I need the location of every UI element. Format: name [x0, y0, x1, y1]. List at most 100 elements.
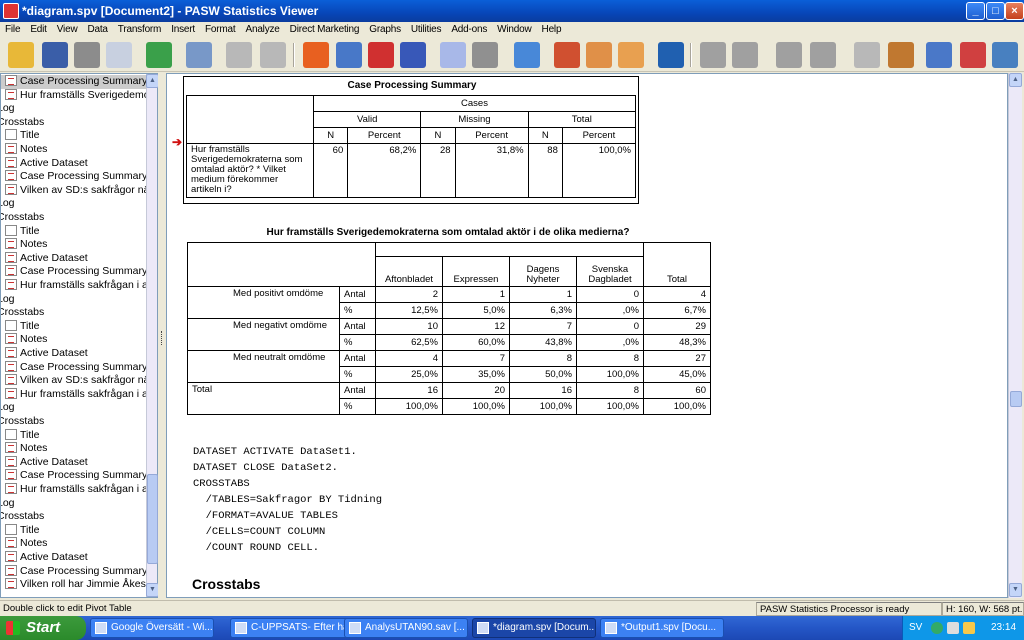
show-icon[interactable]: [854, 42, 880, 68]
outline-item[interactable]: Active Dataset: [1, 347, 88, 361]
menu-format[interactable]: Format: [200, 22, 240, 35]
outline-item[interactable]: Notes: [1, 537, 47, 551]
outline-item[interactable]: Case Processing Summary: [1, 360, 147, 375]
minimize-button[interactable]: _: [966, 2, 985, 20]
language-indicator[interactable]: SV: [909, 616, 922, 640]
menu-data[interactable]: Data: [82, 22, 112, 35]
output-pane[interactable]: Case Processing Summary Cases Valid Miss…: [166, 73, 1008, 598]
export-icon[interactable]: [146, 42, 172, 68]
save-icon[interactable]: [42, 42, 68, 68]
outline-item[interactable]: Log: [1, 401, 15, 415]
outline-item[interactable]: Notes: [1, 143, 47, 157]
outline-item[interactable]: Case Processing Summary: [1, 170, 147, 184]
outline-item[interactable]: Vilken av SD:s sakfrågor näm: [1, 183, 157, 198]
cps-table[interactable]: Cases Valid Missing Total N Percent N Pe…: [186, 95, 637, 198]
taskbar-task[interactable]: AnalysUTAN90.sav [...: [344, 618, 468, 638]
designate-window-icon[interactable]: [472, 42, 498, 68]
pane-splitter[interactable]: [158, 73, 166, 598]
scroll-thumb[interactable]: [147, 474, 158, 564]
menu-edit[interactable]: Edit: [25, 22, 51, 35]
outline-item[interactable]: Hur framställs sakfrågan i ar: [1, 279, 151, 293]
outline-scrollbar[interactable]: ▲ ▼: [146, 74, 159, 597]
insert-title-icon[interactable]: [586, 42, 612, 68]
outline-item[interactable]: Crosstabs: [1, 510, 44, 524]
expand-right-icon[interactable]: [732, 42, 758, 68]
collapse-icon[interactable]: [810, 42, 836, 68]
menu-utilities[interactable]: Utilities: [406, 22, 446, 35]
insert-text-icon[interactable]: [618, 42, 644, 68]
outline-item[interactable]: Notes: [1, 442, 47, 456]
tray-volume-icon[interactable]: [963, 622, 975, 634]
outline-item[interactable]: Hur framställs sakfrågan i ar: [1, 387, 151, 402]
taskbar-task[interactable]: C-UPPSATS- Efter ha...: [230, 618, 354, 638]
use-variable-sets-icon[interactable]: [400, 42, 426, 68]
outline-item[interactable]: Title: [1, 523, 39, 538]
outline-item[interactable]: Log: [1, 293, 15, 307]
outline-item[interactable]: Notes: [1, 333, 47, 347]
outline-item[interactable]: Title: [1, 224, 39, 239]
outline-item[interactable]: Active Dataset: [1, 455, 88, 470]
outline-item[interactable]: Hur framställs Sverigedemokr: [1, 88, 157, 103]
window-icon[interactable]: [926, 42, 952, 68]
menu-direct-marketing[interactable]: Direct Marketing: [285, 22, 365, 35]
goto-data-icon[interactable]: [303, 42, 329, 68]
collapse-left-icon[interactable]: [700, 42, 726, 68]
close-button[interactable]: ×: [1005, 2, 1024, 20]
outline-item[interactable]: Active Dataset: [1, 156, 88, 171]
outline-item[interactable]: Vilken av SD:s sakfrågor näm: [1, 374, 157, 388]
outline-item[interactable]: Vilken roll har Jimmie Åkess: [1, 578, 151, 592]
outline-item[interactable]: Title: [1, 319, 39, 334]
outline-item[interactable]: Crosstabs: [1, 306, 44, 320]
taskbar-task[interactable]: *diagram.spv [Docum...: [472, 618, 596, 638]
undo-icon[interactable]: [226, 42, 252, 68]
maximize-button[interactable]: □: [986, 2, 1005, 20]
taskbar-task[interactable]: *Output1.spv [Docu...: [600, 618, 724, 638]
outline-item[interactable]: Active Dataset: [1, 551, 88, 565]
outline-pane[interactable]: Case Processing Summary Hur framställs Sv…: [0, 73, 158, 598]
start-button[interactable]: Start: [0, 616, 86, 640]
outline-item[interactable]: Active Dataset: [1, 251, 88, 266]
window-tile-icon[interactable]: [992, 42, 1018, 68]
menu-graphs[interactable]: Graphs: [364, 22, 406, 35]
outline-item[interactable]: Log: [1, 102, 15, 116]
crosstab-table[interactable]: Total Aftonbladet Expressen Dagens Nyheter S…: [187, 242, 711, 415]
outline-item[interactable]: Case Processing Summary: [1, 75, 148, 89]
variables-icon[interactable]: [368, 42, 394, 68]
recall-dialog-icon[interactable]: [186, 42, 212, 68]
scroll-up-arrow-icon[interactable]: ▲: [1009, 73, 1022, 87]
menu-help[interactable]: Help: [537, 22, 567, 35]
hide-icon[interactable]: [888, 42, 914, 68]
print-preview-icon[interactable]: [106, 42, 132, 68]
goto-case-icon[interactable]: [336, 42, 362, 68]
insert-heading-icon[interactable]: [554, 42, 580, 68]
scroll-thumb[interactable]: [1010, 391, 1022, 407]
menu-view[interactable]: View: [52, 22, 83, 35]
outline-item[interactable]: Title: [1, 129, 39, 143]
menu-insert[interactable]: Insert: [166, 22, 200, 35]
window-split-icon[interactable]: [960, 42, 986, 68]
outline-item[interactable]: Case Processing Summary: [1, 469, 147, 483]
outline-item[interactable]: Crosstabs: [1, 415, 44, 429]
menu-transform[interactable]: Transform: [113, 22, 166, 35]
open-folder-icon[interactable]: [8, 42, 34, 68]
outline-item[interactable]: Crosstabs: [1, 211, 44, 225]
outline-item[interactable]: Hur framställs sakfrågan i ar: [1, 483, 151, 497]
outline-item[interactable]: Title: [1, 428, 39, 443]
menu-file[interactable]: File: [0, 22, 25, 35]
show-data-icon[interactable]: [658, 42, 684, 68]
promote-icon[interactable]: [514, 42, 540, 68]
scroll-down-arrow-icon[interactable]: ▼: [1009, 583, 1022, 597]
menu-window[interactable]: Window: [492, 22, 536, 35]
menu-analyze[interactable]: Analyze: [240, 22, 284, 35]
taskbar-task[interactable]: Google Översätt - Wi...: [90, 618, 214, 638]
expand-icon[interactable]: [776, 42, 802, 68]
outline-item[interactable]: Case Processing Summary: [1, 265, 147, 279]
outline-item[interactable]: Log: [1, 197, 15, 211]
case-processing-summary-frame[interactable]: Case Processing Summary Cases Valid Miss…: [183, 76, 639, 204]
select-last-output-icon[interactable]: [440, 42, 466, 68]
tray-app-icon[interactable]: [931, 622, 943, 634]
output-scrollbar[interactable]: ▲ ▼: [1008, 73, 1022, 598]
print-icon[interactable]: [74, 42, 100, 68]
menu-add-ons[interactable]: Add-ons: [446, 22, 492, 35]
outline-item[interactable]: Case Processing Summary: [1, 564, 147, 579]
